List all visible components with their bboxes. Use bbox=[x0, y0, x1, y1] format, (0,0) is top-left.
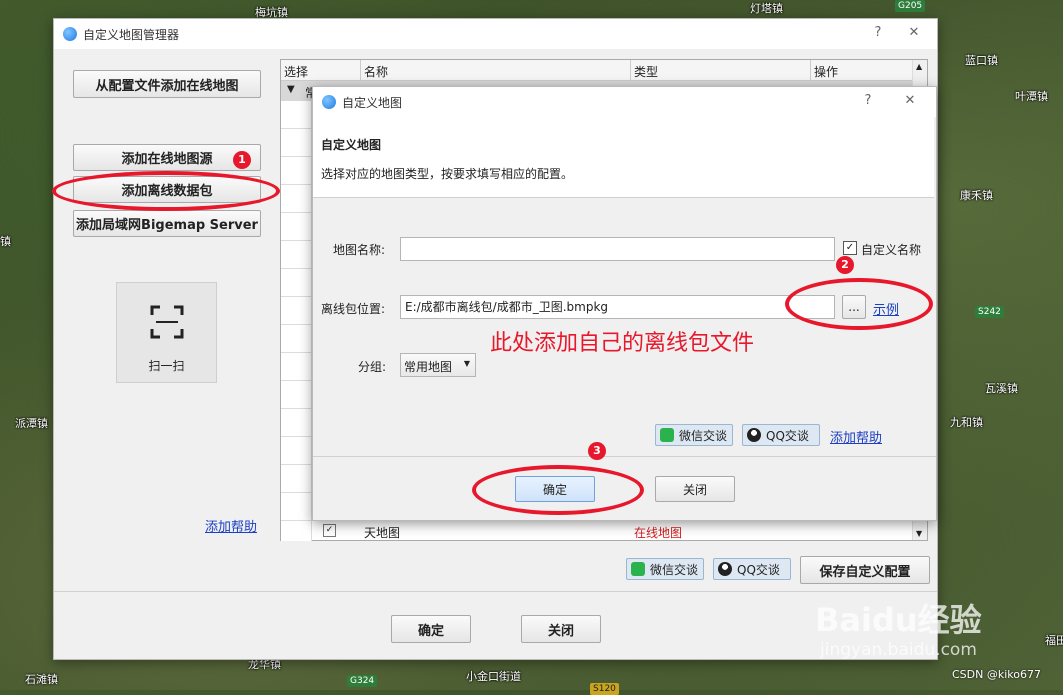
qq-button[interactable]: QQ交谈 bbox=[713, 558, 791, 580]
offline-path-label: 离线包位置: bbox=[321, 302, 386, 316]
scan-icon bbox=[150, 305, 184, 339]
row-checkbox[interactable]: ✓ bbox=[323, 524, 336, 537]
help-icon[interactable]: ? bbox=[867, 25, 889, 40]
wechat-label: 微信交谈 bbox=[650, 562, 699, 577]
header-divider bbox=[630, 60, 631, 80]
close-icon[interactable]: ✕ bbox=[903, 25, 925, 40]
main-close-button[interactable]: 关闭 bbox=[521, 615, 601, 643]
bottom-divider bbox=[54, 591, 937, 592]
dialog-title: 自定义地图 bbox=[342, 95, 403, 110]
header-type[interactable]: 类型 bbox=[634, 63, 658, 80]
annotation-number-3: 3 bbox=[588, 442, 606, 460]
map-name-input[interactable] bbox=[400, 237, 835, 261]
jingyan-watermark: jingyan.baidu.com bbox=[820, 640, 977, 660]
annotation-text: 此处添加自己的离线包文件 bbox=[490, 331, 755, 356]
road-label: G205 bbox=[895, 0, 926, 12]
annotation-circle-1 bbox=[52, 171, 280, 211]
dialog-qq-label: QQ交谈 bbox=[766, 428, 809, 443]
wechat-icon bbox=[660, 428, 674, 442]
add-lan-server-button[interactable]: 添加局域网Bigemap Server bbox=[73, 210, 261, 237]
dialog-titlebar: 自定义地图 ? ✕ bbox=[313, 87, 936, 117]
scan-label: 扫一扫 bbox=[148, 359, 185, 373]
dialog-footer-divider bbox=[313, 456, 936, 457]
scroll-up-icon[interactable]: ▲ bbox=[916, 62, 922, 71]
dialog-wechat-button[interactable]: 微信交谈 bbox=[655, 424, 733, 446]
annotation-number-1: 1 bbox=[233, 151, 251, 169]
map-label: 派潭镇 bbox=[15, 417, 48, 430]
map-label: 灯塔镇 bbox=[750, 2, 783, 15]
header-divider bbox=[360, 60, 361, 80]
dialog-close-icon[interactable]: ✕ bbox=[899, 93, 921, 108]
table-header: 选择 名称 类型 操作 bbox=[281, 60, 913, 81]
row-type: 在线地图 bbox=[634, 526, 683, 540]
header-divider bbox=[810, 60, 811, 80]
dialog-logo-icon bbox=[322, 95, 336, 109]
map-label: 石滩镇 bbox=[25, 673, 58, 686]
qq-icon bbox=[747, 428, 761, 442]
row-select-column bbox=[281, 101, 312, 541]
dialog-close-button[interactable]: 关闭 bbox=[655, 476, 735, 502]
dialog-description: 选择对应的地图类型，按要求填写相应的配置。 bbox=[321, 167, 574, 181]
dialog-header-panel: 自定义地图 选择对应的地图类型，按要求填写相应的配置。 bbox=[313, 117, 934, 198]
map-label: 康禾镇 bbox=[960, 189, 993, 202]
map-label: 叶潭镇 bbox=[1015, 90, 1048, 103]
group-label: 分组: bbox=[358, 360, 387, 374]
map-label: 镇 bbox=[0, 235, 11, 248]
add-help-link[interactable]: 添加帮助 bbox=[205, 516, 257, 535]
road-label: S242 bbox=[975, 306, 1004, 318]
wechat-button[interactable]: 微信交谈 bbox=[626, 558, 704, 580]
dialog-add-help-link[interactable]: 添加帮助 bbox=[830, 427, 882, 446]
row-name: 天地图 bbox=[364, 526, 401, 540]
main-ok-button[interactable]: 确定 bbox=[391, 615, 471, 643]
annotation-circle-3 bbox=[472, 465, 644, 515]
save-config-button[interactable]: 保存自定义配置 bbox=[800, 556, 930, 584]
table-row[interactable]: ✓ 天地图 在线地图 bbox=[311, 522, 911, 540]
app-logo-icon bbox=[63, 27, 77, 41]
offline-path-input[interactable]: E:/成都市离线包/成都市_卫图.bmpkg bbox=[400, 295, 835, 319]
qr-scan-box[interactable]: 扫一扫 bbox=[116, 282, 217, 383]
map-label: 福田 bbox=[1045, 634, 1063, 647]
dialog-help-icon[interactable]: ? bbox=[857, 93, 879, 108]
header-action[interactable]: 操作 bbox=[814, 63, 838, 80]
scroll-down-icon[interactable]: ▼ bbox=[916, 529, 922, 538]
main-titlebar: 自定义地图管理器 ? ✕ bbox=[54, 19, 937, 49]
group-select[interactable]: 常用地图 ▼ bbox=[400, 353, 476, 377]
baidu-watermark: Baidu经验 bbox=[815, 601, 982, 639]
collapse-arrow-icon[interactable]: ▼ bbox=[287, 84, 295, 95]
map-label: 瓦溪镇 bbox=[985, 382, 1018, 395]
header-name[interactable]: 名称 bbox=[364, 63, 388, 80]
annotation-circle-2 bbox=[785, 278, 933, 330]
map-label: 小金口街道 bbox=[466, 670, 521, 683]
map-label: 蓝口镇 bbox=[965, 54, 998, 67]
main-window-title: 自定义地图管理器 bbox=[83, 27, 180, 42]
csdn-watermark: CSDN @kiko677 bbox=[952, 668, 1041, 681]
chevron-down-icon: ▼ bbox=[463, 359, 470, 368]
road-label: S120 bbox=[590, 683, 619, 695]
dialog-qq-button[interactable]: QQ交谈 bbox=[742, 424, 820, 446]
header-select[interactable]: 选择 bbox=[284, 63, 308, 80]
add-from-config-button[interactable]: 从配置文件添加在线地图 bbox=[73, 70, 261, 98]
map-name-label: 地图名称: bbox=[333, 243, 386, 257]
dialog-heading: 自定义地图 bbox=[321, 138, 382, 152]
qq-label: QQ交谈 bbox=[737, 562, 780, 577]
custom-name-checkbox[interactable]: ✓ bbox=[843, 241, 857, 255]
road-label: G324 bbox=[347, 675, 378, 687]
wechat-icon bbox=[631, 562, 645, 576]
custom-name-label: 自定义名称 bbox=[861, 243, 922, 257]
dialog-wechat-label: 微信交谈 bbox=[679, 428, 728, 443]
group-select-value: 常用地图 bbox=[404, 360, 453, 374]
annotation-number-2: 2 bbox=[836, 256, 854, 274]
map-label: 九和镇 bbox=[950, 416, 983, 429]
qq-icon bbox=[718, 562, 732, 576]
